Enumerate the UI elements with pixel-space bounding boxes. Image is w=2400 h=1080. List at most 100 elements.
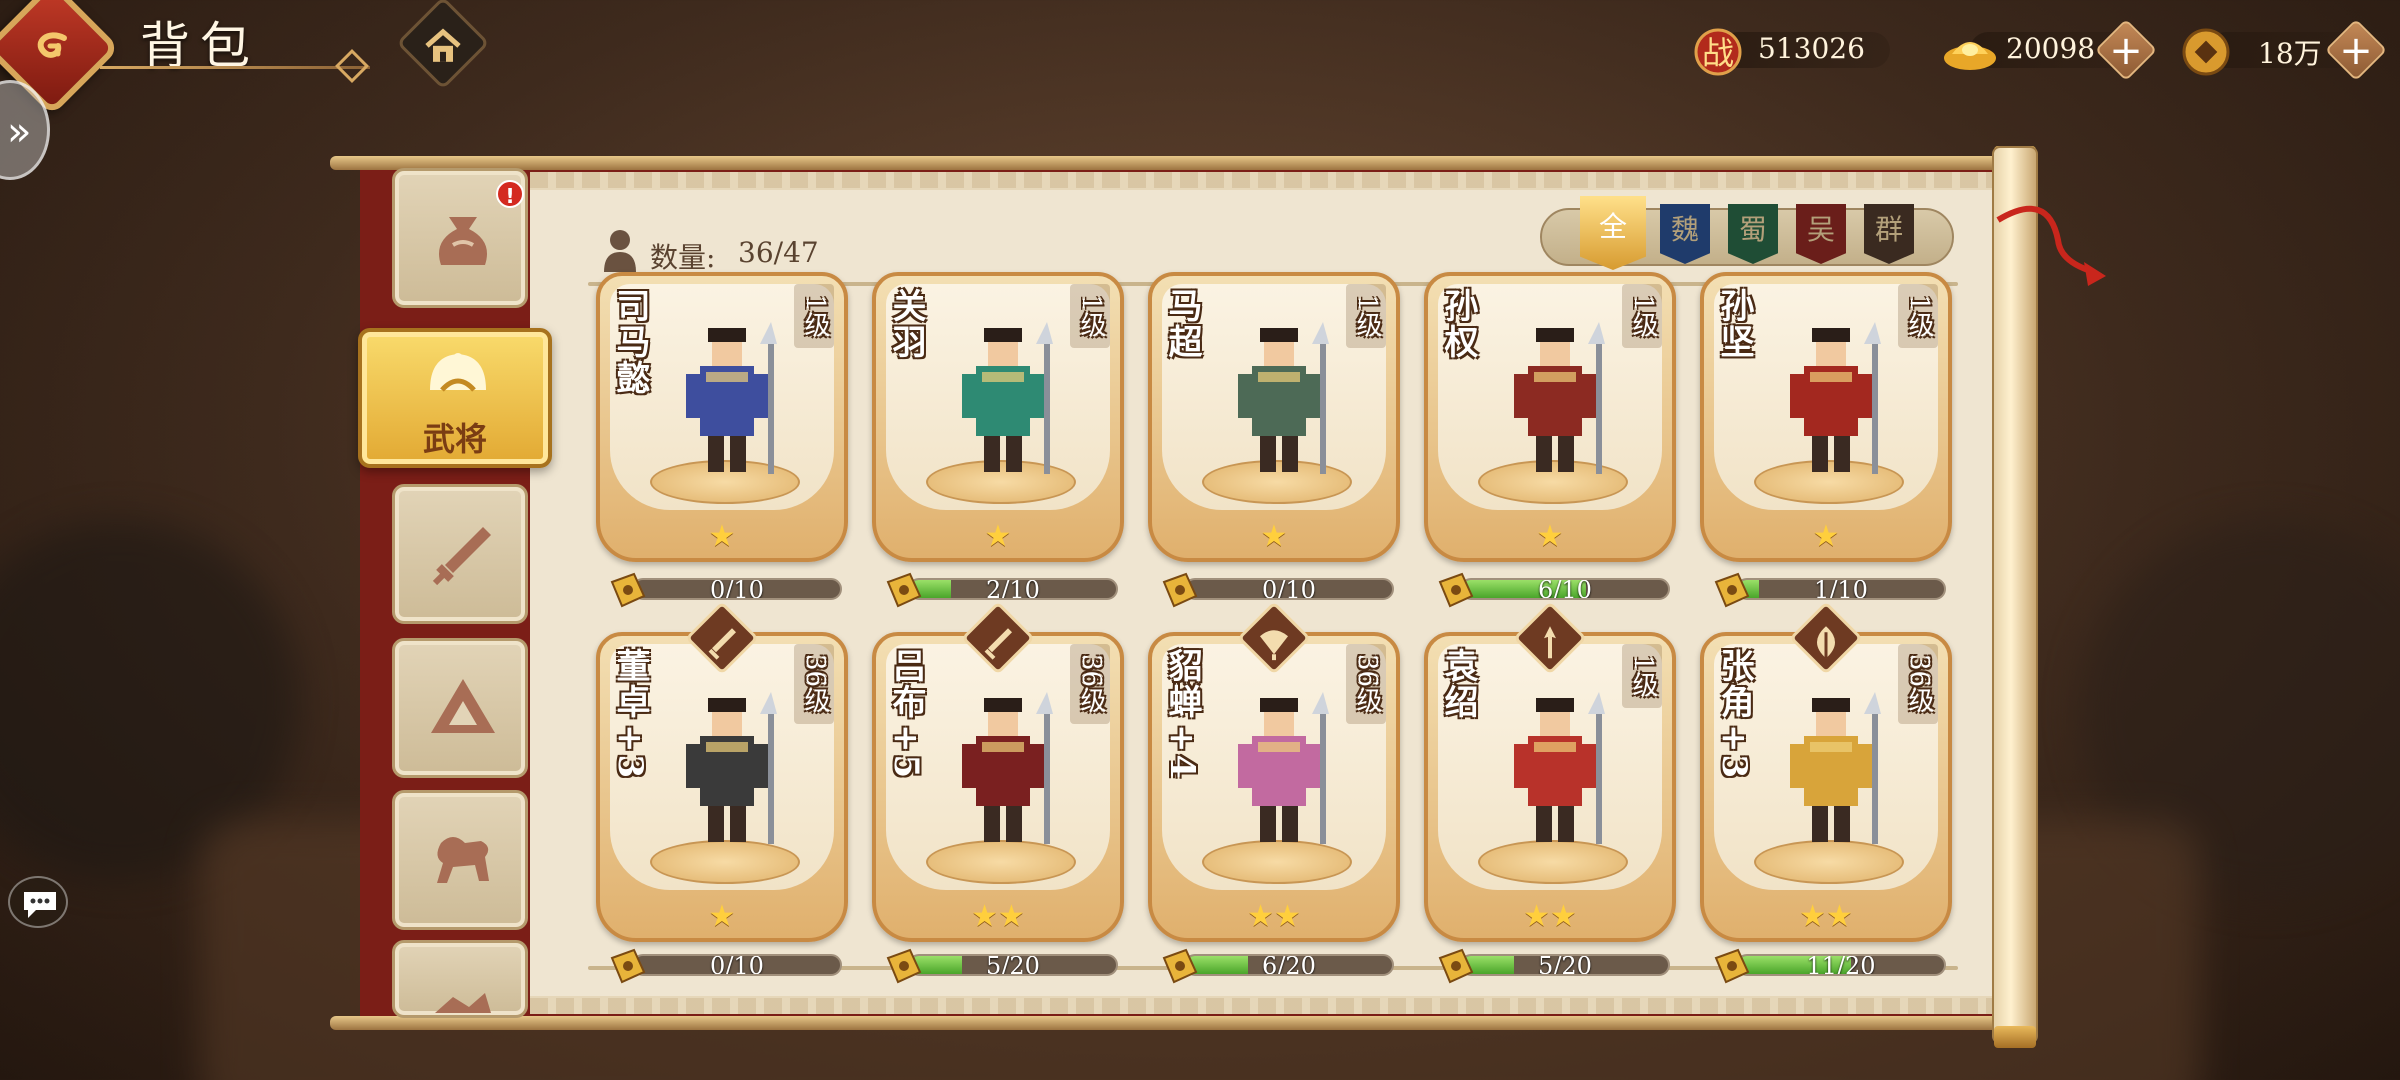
add-coin-button[interactable]: +: [2324, 18, 2388, 82]
tab-treasure[interactable]: [392, 638, 528, 778]
hero-level: 36级: [1070, 644, 1110, 724]
hero-sprite: [686, 322, 777, 474]
leaf-icon: [1817, 626, 1835, 659]
combat-power-display: 战 513026: [1690, 24, 1890, 76]
tab-mount[interactable]: [392, 790, 528, 930]
hero-card[interactable]: 董卓 +3 36级 ★: [596, 632, 848, 942]
fragment-icon: [1712, 572, 1752, 608]
fragment-progress-bar: 6/20: [1184, 954, 1394, 976]
fragment-count: 0/10: [1262, 578, 1316, 600]
fragment-icon: [608, 948, 648, 984]
fragment-progress-bar: 0/10: [632, 578, 842, 600]
hero-card[interactable]: 张角 +3 36级 ★★: [1700, 632, 1952, 942]
tab-equipment[interactable]: [392, 484, 528, 624]
copper-coin-icon: [2178, 24, 2234, 76]
horse-icon: [437, 837, 489, 883]
hero-sprite: [962, 692, 1053, 844]
triangle-gem-icon: [431, 679, 495, 733]
gold-ingot-display: 20098 +: [1940, 18, 2160, 82]
faction-tab-2[interactable]: 蜀: [1728, 204, 1778, 264]
chat-button[interactable]: [8, 876, 68, 928]
copper-coin-value: 18万: [2258, 37, 2322, 70]
hero-star-rating: ★★: [971, 899, 1025, 934]
tab-generals[interactable]: 武将: [358, 328, 552, 468]
hero-star-rating: ★★: [1247, 899, 1301, 934]
hero-sprite: [1238, 322, 1329, 474]
hero-sprite: [962, 322, 1053, 474]
hero-sprite: [1238, 692, 1329, 844]
fragment-icon: [884, 948, 924, 984]
hero-name: 张角: [1714, 648, 1754, 720]
sword-icon: [984, 628, 1012, 660]
hero-star-rating: ★: [1812, 519, 1840, 554]
svg-text:战: 战: [1702, 34, 1734, 72]
fragment-count: 6/20: [1262, 954, 1316, 976]
hero-sprite: [1790, 692, 1881, 844]
hero-card[interactable]: 吕布 +5 36级 ★★: [872, 632, 1124, 942]
money-bag-icon: [439, 217, 487, 265]
top-bar: 背包 战 513026 20098 + 18万 +: [0, 0, 2400, 116]
hero-card[interactable]: 关羽 1级 ★: [872, 272, 1124, 562]
fragment-icon: [1160, 572, 1200, 608]
fragment-count: 0/10: [710, 578, 764, 600]
hero-level: 36级: [794, 644, 834, 724]
fragment-progress-bar: 6/10: [1460, 578, 1670, 600]
general-helmet-icon: [430, 353, 486, 392]
fragment-icon: [884, 572, 924, 608]
sword-icon: [432, 527, 491, 586]
hero-star-rating: ★: [984, 519, 1012, 554]
tab-misc[interactable]: [392, 940, 528, 1018]
hero-upgrade-level: +4: [1162, 724, 1202, 781]
count-value: 36/47: [738, 236, 819, 269]
fragment-progress-bar: 5/20: [1460, 954, 1670, 976]
hero-name: 司马懿: [610, 288, 650, 396]
faction-tab-3[interactable]: 吴: [1796, 204, 1846, 264]
hero-name: 袁绍: [1438, 648, 1478, 720]
fragment-count: 1/10: [1814, 578, 1868, 600]
hero-name: 孙权: [1438, 288, 1478, 360]
battle-power-icon: 战: [1690, 24, 1746, 76]
hero-name: 孙坚: [1714, 288, 1754, 360]
scroll-rail-top: [330, 156, 2030, 170]
fragment-count: 11/20: [1806, 954, 1876, 976]
hero-name: 董卓: [610, 648, 650, 720]
hero-level: 1级: [1898, 284, 1938, 348]
hero-card[interactable]: 袁绍 1级 ★★: [1424, 632, 1676, 942]
hero-level: 36级: [1898, 644, 1938, 724]
title-underline: [100, 66, 370, 69]
add-gold-button[interactable]: +: [2094, 18, 2158, 82]
hero-sprite: [1790, 322, 1881, 474]
hero-sprite: [686, 692, 777, 844]
hero-star-rating: ★: [1536, 519, 1564, 554]
fan-icon: [1260, 630, 1288, 661]
fragment-icon: [1436, 948, 1476, 984]
fragment-icon: [608, 572, 648, 608]
gold-ingot-value: 20098: [2006, 32, 2096, 65]
gold-ingot-icon: [1940, 24, 1996, 76]
faction-tab-1[interactable]: 魏: [1660, 204, 1710, 264]
sword-icon: [708, 628, 736, 660]
hero-upgrade-level: +5: [886, 724, 926, 781]
fragment-icon: [1712, 948, 1752, 984]
double-chevron-icon: »: [7, 109, 32, 155]
title-ornament: [335, 49, 369, 83]
home-button[interactable]: [396, 0, 490, 90]
hero-star-rating: ★★: [1799, 899, 1853, 934]
hero-card[interactable]: 孙权 1级 ★: [1424, 272, 1676, 562]
scroll-rail-bottom: [330, 1016, 2030, 1030]
fragment-progress-bar: 5/20: [908, 954, 1118, 976]
hero-card[interactable]: 马超 1级 ★: [1148, 272, 1400, 562]
faction-tab-4[interactable]: 群: [1864, 204, 1914, 264]
faction-tab-0[interactable]: 全: [1580, 196, 1646, 270]
count-label: 数量:: [650, 241, 716, 274]
hero-level: 1级: [1346, 284, 1386, 348]
hero-level: 1级: [1070, 284, 1110, 348]
fragment-count: 5/20: [1538, 954, 1592, 976]
fragment-count: 6/10: [1538, 578, 1592, 600]
hero-level: 1级: [1622, 644, 1662, 708]
hero-card[interactable]: 貂蝉 +4 36级 ★★: [1148, 632, 1400, 942]
hero-card[interactable]: 孙坚 1级 ★: [1700, 272, 1952, 562]
fragment-count: 0/10: [710, 954, 764, 976]
hero-card[interactable]: 司马懿 1级 ★: [596, 272, 848, 562]
bag-alert-badge: !: [496, 180, 524, 208]
